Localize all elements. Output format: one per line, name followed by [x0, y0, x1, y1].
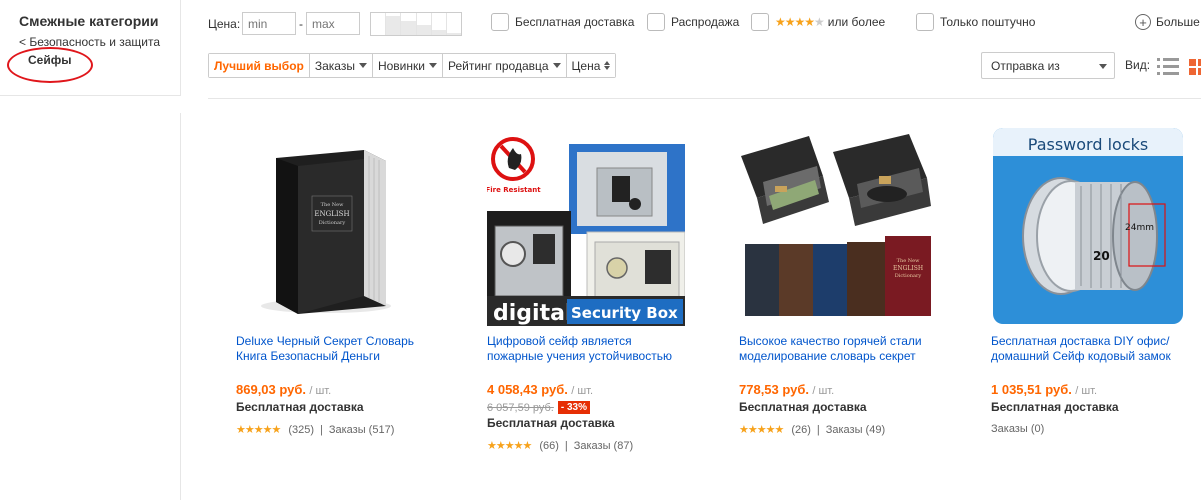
more-filters-button[interactable]: + Больше [1135, 14, 1200, 30]
list-view-icon[interactable] [1157, 57, 1179, 75]
ship-from-select[interactable]: Отправка из [981, 52, 1115, 79]
single-piece-checkbox[interactable]: Только поштучно [916, 13, 1035, 31]
product-price: 4 058,43 руб. / шт. [487, 382, 594, 397]
sort-price[interactable]: Цена [566, 54, 616, 77]
review-count: (26) [791, 423, 811, 436]
review-count: (325) [288, 423, 314, 436]
chevron-down-icon [1099, 64, 1107, 69]
product-card[interactable]: Password locks 24mm 20 Бесплатная достав… [991, 126, 1189, 435]
price-max-input[interactable] [306, 12, 360, 35]
histogram-bar[interactable] [386, 13, 402, 35]
security-box-text: Security Box [571, 304, 678, 322]
rating-stars-icon: ★★★★★ [487, 440, 532, 452]
sale-label: Распродажа [671, 15, 740, 29]
product-title[interactable]: Бесплатная доставка DIY офис/домашний Се… [991, 334, 1191, 364]
fire-resistant-text: Fire Resistant [487, 186, 541, 194]
product-price: 1 035,51 руб. / шт. [991, 382, 1098, 397]
product-price: 869,03 руб. / шт. [236, 382, 332, 397]
product-card[interactable]: The New ENGLISH Dictionary Deluxe Черный… [236, 126, 434, 436]
product-image[interactable]: Password locks 24mm 20 [991, 126, 1189, 326]
view-label: Вид: [1125, 58, 1151, 72]
checkbox-box[interactable] [916, 13, 934, 31]
rating-label: или более [827, 15, 886, 29]
caret-down-icon [552, 63, 561, 68]
dimension-label: 24mm [1125, 223, 1154, 233]
sort-newest[interactable]: Новинки [372, 54, 443, 77]
book-cover-text: ENGLISH [314, 210, 349, 218]
rating-stars-icon: ★★★★★ [739, 424, 784, 436]
checkbox-box[interactable] [647, 13, 665, 31]
discount-badge: - 33% [557, 401, 590, 414]
rating-stars-icon: ★★★★★ [236, 424, 281, 436]
orders-link[interactable]: Заказы (517) [329, 424, 395, 436]
caret-down-icon [358, 63, 367, 68]
rating-stars-icon: ★★★★★ [775, 15, 825, 29]
product-card[interactable]: The New ENGLISH Dictionary Высокое качес… [739, 126, 937, 436]
product-title[interactable]: Высокое качество горячей стали моделиров… [739, 334, 939, 364]
product-shipping: Бесплатная доставка [487, 416, 615, 430]
related-categories-panel: Смежные категории < Безопасность и защит… [0, 0, 181, 96]
product-rating: ★★★★★ (66) | Заказы (87) [487, 439, 634, 453]
header-divider [208, 98, 1201, 99]
grid-view-icon[interactable] [1187, 57, 1201, 75]
orders-link[interactable]: Заказы (49) [826, 424, 885, 436]
product-shipping: Бесплатная доставка [236, 400, 364, 414]
book-cover-text: The New [897, 258, 920, 264]
price-histogram[interactable] [370, 12, 462, 36]
sidebar-divider [180, 113, 181, 500]
histogram-bar[interactable] [431, 13, 447, 35]
related-categories-title: Смежные категории [19, 13, 159, 29]
product-image[interactable]: Fire Resistant digital Security Box [487, 126, 685, 326]
review-count: (66) [539, 439, 559, 452]
orders-link[interactable]: Заказы (87) [574, 440, 633, 452]
product-card[interactable]: Fire Resistant digital Security Box Цифр… [487, 126, 685, 452]
product-image[interactable]: The New ENGLISH Dictionary [739, 126, 937, 326]
sale-checkbox[interactable]: Распродажа [647, 13, 739, 31]
digital-banner-text: digital [493, 301, 572, 326]
product-image[interactable]: The New ENGLISH Dictionary [236, 126, 434, 326]
histogram-bar[interactable] [416, 13, 432, 35]
checkbox-box[interactable] [751, 13, 769, 31]
price-min-input[interactable] [242, 12, 296, 35]
sort-orders[interactable]: Заказы [309, 54, 373, 77]
histogram-bar[interactable] [401, 13, 417, 35]
product-old-price: 6 057,59 руб. - 33% [487, 401, 590, 414]
single-piece-label: Только поштучно [940, 15, 1036, 29]
price-dash: - [299, 17, 303, 31]
free-shipping-checkbox[interactable]: Бесплатная доставка [491, 13, 634, 31]
book-cover-text: The New [321, 202, 344, 208]
product-rating: ★★★★★ (26) | Заказы (49) [739, 423, 886, 437]
book-cover-text: Dictionary [895, 273, 922, 279]
sort-seller-rating[interactable]: Рейтинг продавца [442, 54, 567, 77]
old-price: 6 057,59 руб. [487, 401, 554, 414]
sort-best-match[interactable]: Лучший выбор [209, 54, 310, 77]
plus-circle-icon: + [1135, 14, 1151, 30]
product-rating: Заказы (0) [991, 423, 1044, 435]
product-price: 778,53 руб. / шт. [739, 382, 835, 397]
dial-number: 20 [1093, 249, 1110, 263]
sort-bar: Лучший выбор Заказы Новинки Рейтинг прод… [208, 53, 617, 78]
book-cover-text: ENGLISH [893, 265, 923, 272]
book-cover-text: Dictionary [319, 220, 346, 226]
price-label: Цена: [208, 17, 241, 31]
category-current-safes[interactable]: Сейфы [28, 53, 71, 67]
checkbox-box[interactable] [491, 13, 509, 31]
free-shipping-label: Бесплатная доставка [515, 15, 635, 29]
product-shipping: Бесплатная доставка [739, 400, 867, 414]
histogram-bar[interactable] [371, 13, 387, 35]
rating-checkbox[interactable]: ★★★★★ или более [751, 13, 885, 31]
product-shipping: Бесплатная доставка [991, 400, 1119, 414]
histogram-bar[interactable] [446, 13, 462, 35]
orders-link[interactable]: Заказы (0) [991, 423, 1044, 435]
category-link-security[interactable]: < Безопасность и защита [19, 35, 160, 49]
filter-bar: Цена: - Бесплатная доставка Распродажа ★… [208, 12, 1201, 36]
password-locks-text: Password locks [1028, 135, 1148, 154]
product-title[interactable]: Цифровой сейф является пожарные учения у… [487, 334, 687, 364]
more-label: Больше [1156, 15, 1200, 29]
sort-updown-icon [604, 61, 611, 70]
caret-down-icon [428, 63, 437, 68]
product-title[interactable]: Deluxe Черный Секрет Словарь Книга Безоп… [236, 334, 436, 364]
product-rating: ★★★★★ (325) | Заказы (517) [236, 423, 395, 437]
